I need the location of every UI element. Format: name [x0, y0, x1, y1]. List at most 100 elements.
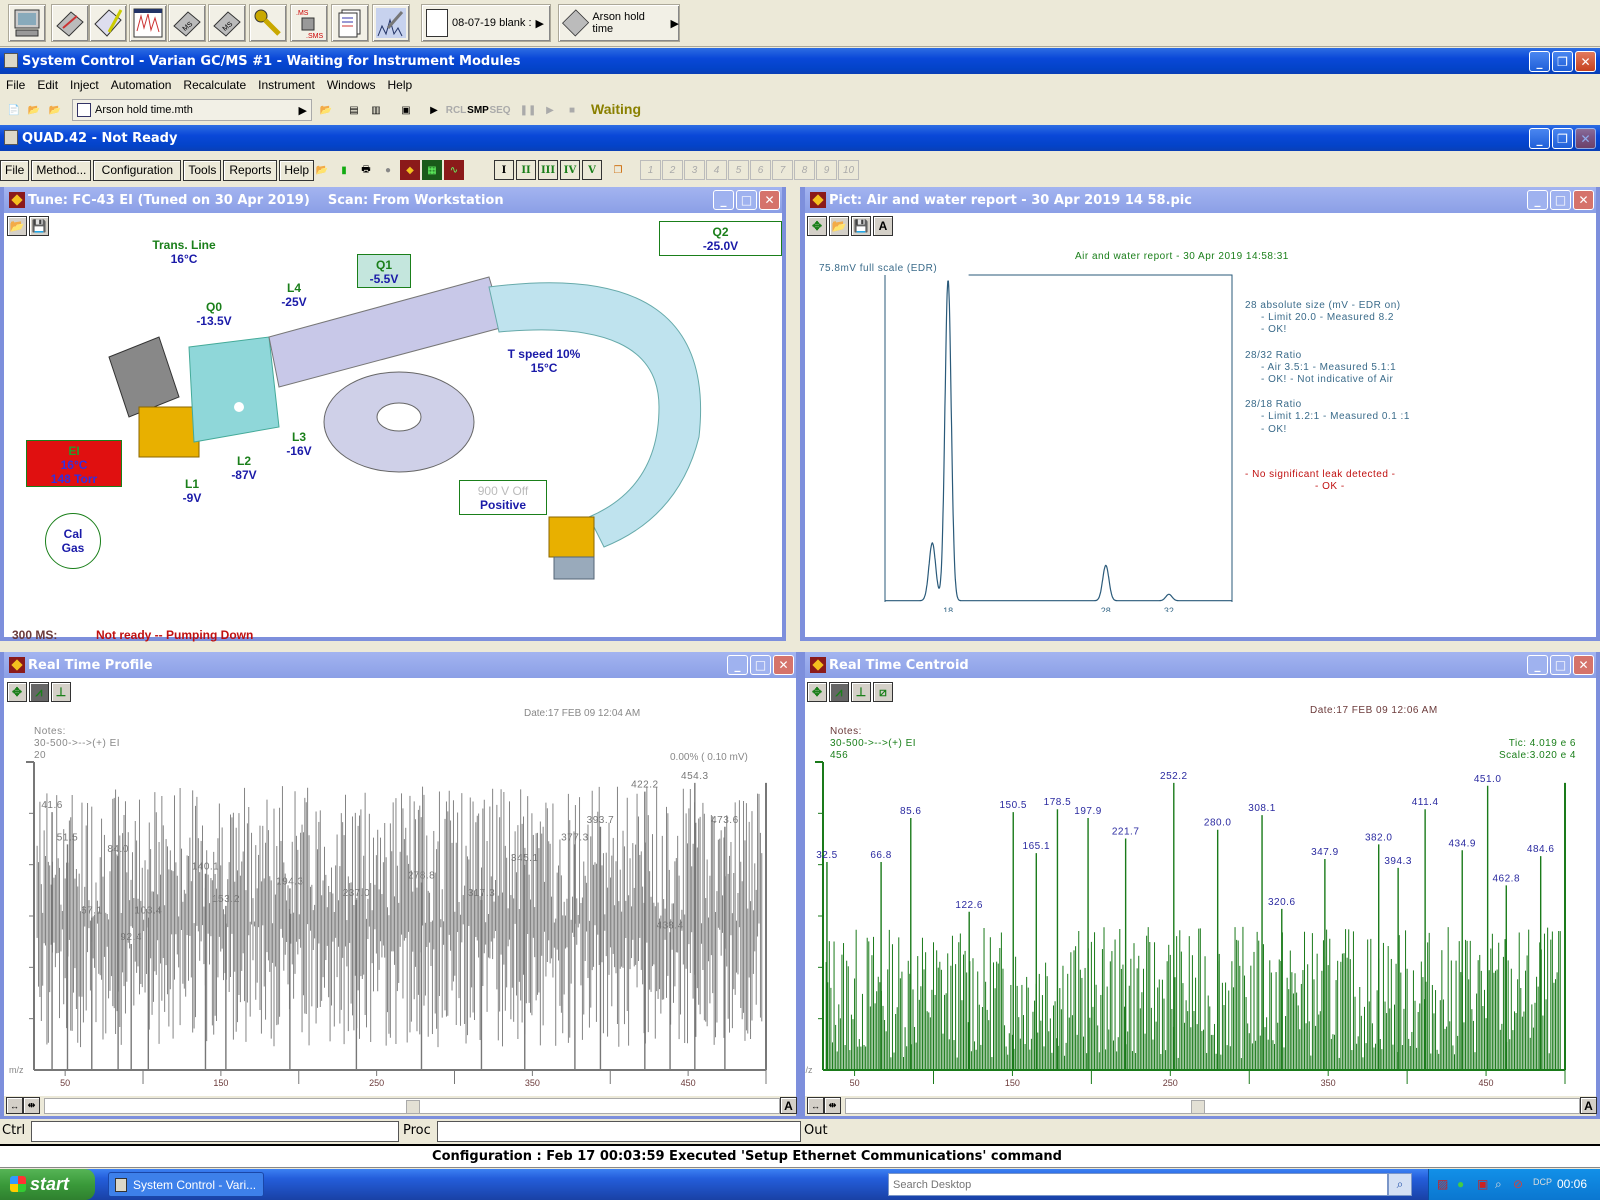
- q1-readout[interactable]: Q1 -5.5V: [357, 254, 411, 288]
- open-folder-icon[interactable]: 📂: [312, 160, 332, 180]
- profile-mode-icon[interactable]: ⩘: [29, 682, 49, 702]
- quad-menu-method[interactable]: Method...: [31, 160, 92, 181]
- grid-icon[interactable]: ▦: [422, 160, 442, 180]
- window-layout-v-button[interactable]: V: [582, 160, 602, 180]
- quad-menu-tools[interactable]: Tools: [183, 160, 222, 181]
- calibrate-icon[interactable]: [372, 4, 410, 42]
- maximize-button[interactable]: □: [736, 190, 757, 210]
- minimize-button[interactable]: _: [713, 190, 734, 210]
- window-layout-ii-button[interactable]: II: [516, 160, 536, 180]
- ms-custom-icon[interactable]: MS: [208, 4, 246, 42]
- quad-menu-file[interactable]: File: [0, 160, 30, 181]
- inject-icon[interactable]: ▶: [424, 100, 444, 120]
- security-key-icon[interactable]: [249, 4, 287, 42]
- close-button[interactable]: ✕: [1573, 655, 1594, 675]
- zoom-in-x-icon[interactable]: ⇹: [824, 1097, 841, 1114]
- preset-1-button[interactable]: 1: [640, 160, 661, 180]
- preset-7-button[interactable]: 7: [772, 160, 793, 180]
- stop-icon[interactable]: ■: [562, 100, 582, 120]
- minimize-button[interactable]: _: [727, 655, 748, 675]
- maximize-button[interactable]: □: [1550, 190, 1571, 210]
- seq-button[interactable]: SEQ: [489, 100, 510, 120]
- window-layout-iii-button[interactable]: III: [538, 160, 558, 180]
- preset-8-button[interactable]: 8: [794, 160, 815, 180]
- print-icon[interactable]: 🖶: [356, 160, 376, 180]
- maximize-button[interactable]: □: [1550, 655, 1571, 675]
- preset-4-button[interactable]: 4: [706, 160, 727, 180]
- traffic-light-icon[interactable]: ▮: [334, 160, 354, 180]
- save-icon[interactable]: 💾: [851, 216, 871, 236]
- quad-menu-configuration[interactable]: Configuration: [93, 160, 182, 181]
- window-layout-iv-button[interactable]: IV: [560, 160, 580, 180]
- centroid-mode-icon[interactable]: ⊥: [851, 682, 871, 702]
- taskbar-system-control[interactable]: System Control - Vari...: [108, 1172, 264, 1197]
- maximize-button[interactable]: □: [750, 655, 771, 675]
- open-folder-icon[interactable]: 📂: [316, 100, 336, 120]
- close-button[interactable]: ✕: [1573, 190, 1594, 210]
- preset-2-button[interactable]: 2: [662, 160, 683, 180]
- preset-9-button[interactable]: 9: [816, 160, 837, 180]
- font-icon[interactable]: A: [873, 216, 893, 236]
- tune-icon[interactable]: ◆: [400, 160, 420, 180]
- open-folder-icon[interactable]: 📂: [7, 216, 27, 236]
- scrollbar-thumb[interactable]: [1191, 1100, 1205, 1114]
- smp-button[interactable]: SMP: [467, 100, 489, 120]
- play-icon[interactable]: ▶: [540, 100, 560, 120]
- recent-sample-button[interactable]: 08-07-19 blank : ▶: [421, 4, 551, 42]
- recent-method-button[interactable]: Arson hold time ▶: [558, 4, 680, 42]
- scrollbar-thumb[interactable]: [406, 1100, 420, 1114]
- menu-help[interactable]: Help: [382, 78, 419, 92]
- autoscale-icon[interactable]: A: [1580, 1097, 1597, 1114]
- menu-windows[interactable]: Windows: [321, 78, 382, 92]
- label-peaks-icon[interactable]: ⧄: [873, 682, 893, 702]
- desktop-search-input[interactable]: [888, 1173, 1388, 1196]
- window-layout-i-button[interactable]: I: [494, 160, 514, 180]
- close-button[interactable]: ✕: [1575, 128, 1596, 149]
- dcp-icon[interactable]: DCP: [1533, 1177, 1552, 1187]
- rcl-button[interactable]: RCL: [446, 100, 467, 120]
- close-button[interactable]: ✕: [759, 190, 780, 210]
- quad-menu-help[interactable]: Help: [279, 160, 315, 181]
- method-settings-icon[interactable]: ▥: [366, 100, 386, 120]
- quad-menu-reports[interactable]: Reports: [223, 160, 278, 181]
- circle-icon[interactable]: ●: [378, 160, 398, 180]
- pause-icon[interactable]: ❚❚: [518, 100, 538, 120]
- network-disconnected-icon[interactable]: ▨: [1437, 1177, 1448, 1191]
- menu-inject[interactable]: Inject: [64, 78, 105, 92]
- preset-3-button[interactable]: 3: [684, 160, 705, 180]
- search-icon[interactable]: ⌕: [1388, 1173, 1412, 1196]
- minimize-button[interactable]: _: [1529, 51, 1550, 72]
- menu-automation[interactable]: Automation: [105, 78, 178, 92]
- waveform-icon[interactable]: ∿: [444, 160, 464, 180]
- menu-instrument[interactable]: Instrument: [252, 78, 321, 92]
- zoom-out-x-icon[interactable]: ↔: [6, 1097, 23, 1114]
- restore-button[interactable]: ❐: [1552, 51, 1573, 72]
- review-chromatograms-icon[interactable]: [129, 4, 167, 42]
- pan-icon[interactable]: ✥: [807, 216, 827, 236]
- open-folder-icon[interactable]: 📂: [45, 100, 65, 120]
- preset-6-button[interactable]: 6: [750, 160, 771, 180]
- profile-mode-icon[interactable]: ⩘: [829, 682, 849, 702]
- minimize-button[interactable]: _: [1527, 190, 1548, 210]
- autoscale-icon[interactable]: A: [780, 1097, 797, 1114]
- ms-convert-icon[interactable]: .MS .SMS: [290, 4, 328, 42]
- open-folder-icon[interactable]: 📂: [829, 216, 849, 236]
- pan-icon[interactable]: ✥: [807, 682, 827, 702]
- ctrl-input[interactable]: [31, 1121, 399, 1142]
- profile-horizontal-scrollbar[interactable]: [44, 1098, 780, 1114]
- centroid-horizontal-scrollbar[interactable]: [845, 1098, 1580, 1114]
- spectrum-icon[interactable]: ⊥: [51, 682, 71, 702]
- save-icon[interactable]: 💾: [29, 216, 49, 236]
- pan-icon[interactable]: ✥: [7, 682, 27, 702]
- search-tray-icon[interactable]: ⌕: [1495, 1177, 1502, 1192]
- start-button[interactable]: start: [0, 1169, 95, 1200]
- cal-gas-indicator[interactable]: Cal Gas: [45, 513, 101, 569]
- detector-readout[interactable]: 900 V Off Positive: [459, 480, 547, 515]
- minimize-button[interactable]: _: [1527, 655, 1548, 675]
- windows-icon[interactable]: ❐: [608, 160, 628, 180]
- proc-input[interactable]: [437, 1121, 801, 1142]
- q2-readout[interactable]: Q2 -25.0V: [659, 221, 782, 256]
- restore-button[interactable]: ❐: [1552, 128, 1573, 149]
- preset-5-button[interactable]: 5: [728, 160, 749, 180]
- menu-edit[interactable]: Edit: [31, 78, 64, 92]
